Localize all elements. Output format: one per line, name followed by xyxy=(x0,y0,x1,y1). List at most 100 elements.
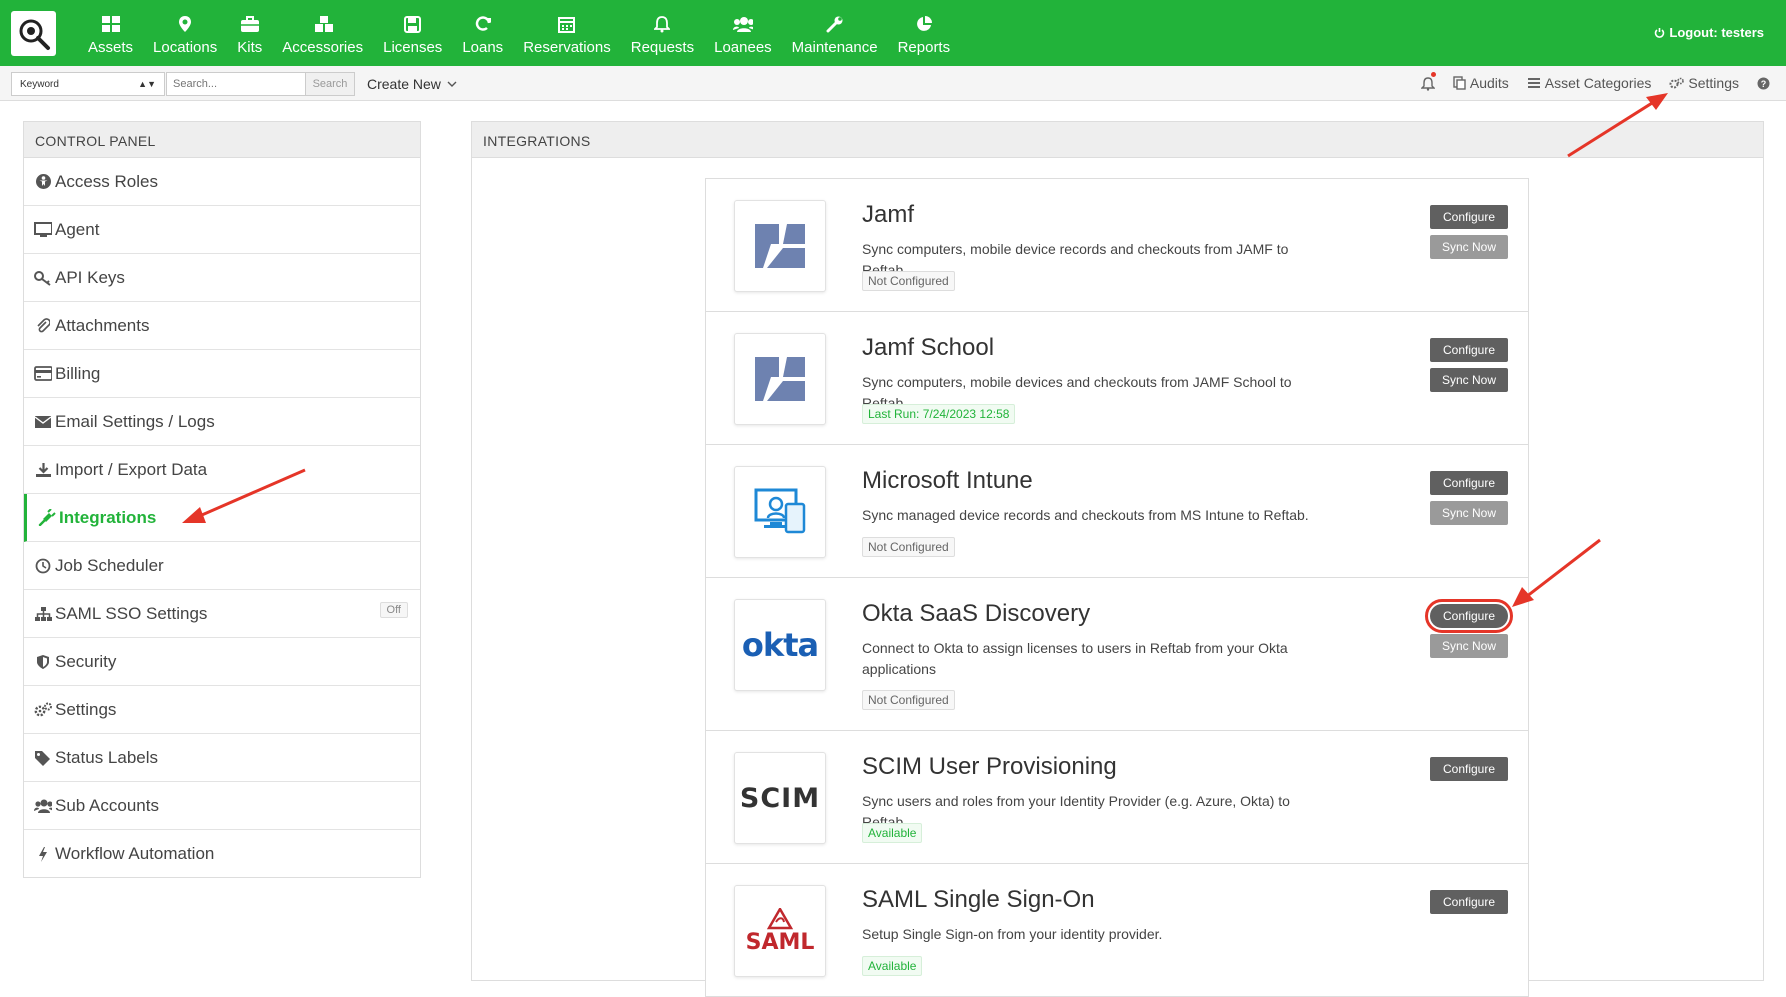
jamf-configure-button[interactable]: Configure xyxy=(1430,205,1508,229)
jamf-sync-now-button[interactable]: Sync Now xyxy=(1430,235,1508,259)
nav-licenses[interactable]: Licenses xyxy=(373,0,452,66)
cp-item-access-roles[interactable]: Access Roles xyxy=(24,158,420,206)
top-navbar: Assets Locations Kits Accessories Licens… xyxy=(0,0,1786,66)
integration-card-scim: SCIM SCIM User Provisioning Sync users a… xyxy=(706,731,1528,864)
card-description: Sync managed device records and checkout… xyxy=(862,507,1309,523)
status-badge: Last Run: 7/24/2023 12:58 xyxy=(862,404,1016,424)
cp-item-api-keys[interactable]: API Keys xyxy=(24,254,420,302)
cubes-icon xyxy=(313,14,333,34)
cp-item-workflow-automation[interactable]: Workflow Automation xyxy=(24,830,420,878)
select-arrows-icon: ▲▼ xyxy=(138,79,156,89)
help-icon: ? xyxy=(1757,77,1770,89)
cp-item-security[interactable]: Security xyxy=(24,638,420,686)
card-title: SAML Single Sign-On xyxy=(862,886,1095,913)
intune-logo-icon xyxy=(754,488,806,534)
logout-link[interactable]: Logout: testers xyxy=(1654,25,1764,40)
audits-link[interactable]: Audits xyxy=(1453,75,1509,91)
refresh-icon xyxy=(473,14,493,34)
jamf-school-configure-button[interactable]: Configure xyxy=(1430,338,1508,362)
nav-label: Loans xyxy=(462,39,504,56)
integration-card-saml: SAML SAML Single Sign-On Setup Single Si… xyxy=(706,864,1528,997)
cp-item-sub-accounts[interactable]: Sub Accounts xyxy=(24,782,420,830)
saml-configure-button[interactable]: Configure xyxy=(1430,890,1508,914)
cp-item-agent[interactable]: Agent xyxy=(24,206,420,254)
magnifier-logo-icon xyxy=(19,19,50,50)
download-icon xyxy=(34,461,52,479)
cp-item-billing[interactable]: Billing xyxy=(24,350,420,398)
list-icon xyxy=(1527,78,1540,88)
nav-requests[interactable]: Requests xyxy=(621,0,704,66)
saml-logo-text: SAML xyxy=(745,929,815,955)
settings-link[interactable]: Settings xyxy=(1669,75,1739,91)
cp-item-saml-sso[interactable]: SAML SSO Settings Off xyxy=(24,590,420,638)
create-new-dropdown[interactable]: Create New xyxy=(367,76,457,92)
cp-item-label: Attachments xyxy=(55,315,150,335)
nav-reservations[interactable]: Reservations xyxy=(513,0,621,66)
jamf-logo-icon xyxy=(755,224,805,268)
card-description: Setup Single Sign-on from your identity … xyxy=(862,926,1163,942)
saml-logo: SAML xyxy=(734,885,826,977)
jamf-school-sync-now-button[interactable]: Sync Now xyxy=(1430,368,1508,392)
jamf-logo-icon xyxy=(755,357,805,401)
cp-item-attachments[interactable]: Attachments xyxy=(24,302,420,350)
cp-item-label: Import / Export Data xyxy=(55,459,208,479)
card-title: Jamf School xyxy=(862,334,995,361)
app-logo[interactable] xyxy=(11,11,56,56)
cp-item-label: Settings xyxy=(55,699,117,719)
integration-card-jamf-school: Jamf School Sync computers, mobile devic… xyxy=(706,312,1528,445)
scim-logo-text: SCIM xyxy=(739,782,821,814)
card-title: Okta SaaS Discovery xyxy=(862,600,1091,627)
intune-configure-button[interactable]: Configure xyxy=(1430,471,1508,495)
cp-item-status-labels[interactable]: Status Labels xyxy=(24,734,420,782)
card-title: Microsoft Intune xyxy=(862,467,1033,494)
nav-maintenance[interactable]: Maintenance xyxy=(782,0,888,66)
cp-item-import-export[interactable]: Import / Export Data xyxy=(24,446,420,494)
nav-label: Reports xyxy=(897,39,951,56)
nav-kits[interactable]: Kits xyxy=(227,0,272,66)
scim-configure-button[interactable]: Configure xyxy=(1430,757,1508,781)
nav-label: Accessories xyxy=(282,39,364,56)
search-type-select[interactable]: Keyword ▲▼ xyxy=(11,72,165,96)
saml-logo-icon xyxy=(767,907,793,929)
nav-assets[interactable]: Assets xyxy=(78,0,143,66)
cp-item-label: Workflow Automation xyxy=(55,844,215,863)
floppy-disk-icon xyxy=(403,14,423,34)
search-button[interactable]: Search xyxy=(305,72,355,96)
search-type-value: Keyword xyxy=(20,78,59,90)
cp-item-job-scheduler[interactable]: Job Scheduler xyxy=(24,542,420,590)
asset-categories-label: Asset Categories xyxy=(1544,75,1652,91)
search-input[interactable] xyxy=(166,72,306,96)
nav-label: Requests xyxy=(630,39,695,56)
okta-sync-now-button[interactable]: Sync Now xyxy=(1430,634,1508,658)
control-panel-title: CONTROL PANEL xyxy=(24,122,420,158)
nav-reports[interactable]: Reports xyxy=(888,0,961,66)
status-badge: Available xyxy=(862,823,923,843)
cp-item-integrations[interactable]: Integrations xyxy=(24,494,420,542)
help-button[interactable]: ? xyxy=(1757,77,1770,90)
intune-sync-now-button[interactable]: Sync Now xyxy=(1430,501,1508,525)
nav-label: Loanees xyxy=(714,39,772,56)
nav-accessories[interactable]: Accessories xyxy=(272,0,373,66)
nav-locations[interactable]: Locations xyxy=(143,0,227,66)
nav-label: Licenses xyxy=(383,39,443,56)
scim-logo: SCIM xyxy=(734,752,826,844)
cp-item-email-settings[interactable]: Email Settings / Logs xyxy=(24,398,420,446)
cp-item-settings[interactable]: Settings xyxy=(24,686,420,734)
status-badge: Available xyxy=(862,956,923,976)
saml-status-badge: Off xyxy=(379,602,408,618)
monitor-icon xyxy=(34,221,52,239)
nav-loanees[interactable]: Loanees xyxy=(704,0,782,66)
envelope-icon xyxy=(34,413,52,431)
nav-loans[interactable]: Loans xyxy=(452,0,513,66)
notifications-button[interactable] xyxy=(1420,71,1436,91)
clock-icon xyxy=(34,557,52,575)
card-title: SCIM User Provisioning xyxy=(862,753,1117,780)
sitemap-icon xyxy=(34,605,52,623)
nav-label: Assets xyxy=(88,39,134,56)
bell-icon xyxy=(1420,76,1435,91)
okta-configure-button[interactable]: Configure xyxy=(1425,599,1513,633)
cp-item-label: Billing xyxy=(55,363,101,383)
asset-categories-link[interactable]: Asset Categories xyxy=(1527,75,1652,91)
key-icon xyxy=(34,269,52,287)
okta-logo-text: okta xyxy=(741,626,819,664)
